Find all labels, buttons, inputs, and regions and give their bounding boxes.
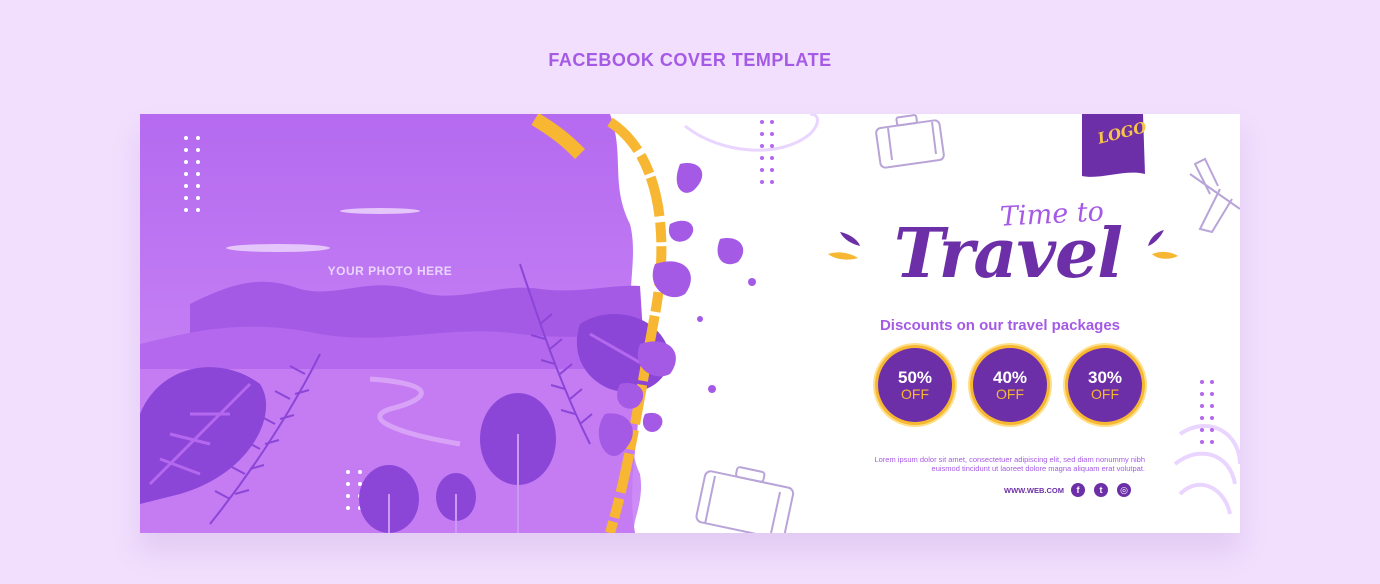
tree xyxy=(359,465,419,533)
facebook-icon[interactable]: f xyxy=(1071,483,1085,497)
website-link[interactable]: WWW.WEB.COM xyxy=(1002,486,1064,495)
facebook-cover: YOUR PHOTO HERE LOGO Time to Travel Disc… xyxy=(140,114,1240,533)
scribble-circle xyxy=(1173,423,1240,515)
twitter-icon[interactable]: t xyxy=(1094,483,1108,497)
discount-label: OFF xyxy=(1091,385,1119,402)
subheading: Discounts on our travel packages xyxy=(879,317,1121,334)
body-text: Lorem ipsum dolor sit amet, consectetuer… xyxy=(874,455,1145,473)
dot-pattern xyxy=(1200,380,1214,444)
instagram-icon[interactable]: ◎ xyxy=(1117,483,1131,497)
photo-placeholder-label: YOUR PHOTO HERE xyxy=(327,264,453,278)
scribble-circle xyxy=(684,114,819,152)
discount-label: OFF xyxy=(996,385,1024,402)
discount-badge: 40% OFF xyxy=(973,348,1047,422)
cloud xyxy=(340,208,420,214)
discount-badge: 50% OFF xyxy=(878,348,952,422)
discount-value: 30% xyxy=(1087,367,1123,387)
title-large: Travel xyxy=(893,214,1123,294)
discount-value: 40% xyxy=(992,367,1028,387)
airplane-icon xyxy=(1189,157,1240,234)
suitcase-icon xyxy=(875,114,945,169)
discount-label: OFF xyxy=(901,385,929,402)
discount-badge: 30% OFF xyxy=(1068,348,1142,422)
discount-value: 50% xyxy=(897,367,933,387)
dot-pattern xyxy=(760,120,774,184)
suitcase-icon xyxy=(695,466,795,533)
cloud xyxy=(226,244,330,252)
page-title: FACEBOOK COVER TEMPLATE xyxy=(548,50,832,70)
